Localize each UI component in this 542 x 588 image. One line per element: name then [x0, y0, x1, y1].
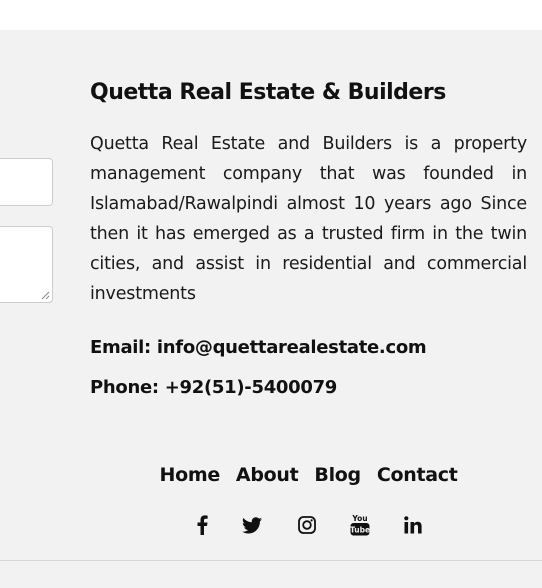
name-input[interactable] — [0, 158, 53, 206]
facebook-icon[interactable] — [190, 512, 214, 538]
email-line[interactable]: Email: info@quettarealestate.com — [90, 335, 530, 361]
instagram-icon[interactable] — [295, 512, 319, 538]
nav-home[interactable]: Home — [159, 460, 220, 490]
twitter-icon[interactable] — [240, 512, 264, 538]
social-links: You Tube — [190, 512, 424, 538]
youtube-wordmark: Tube — [350, 526, 370, 535]
footer — [0, 30, 542, 588]
company-title: Quetta Real Estate & Builders — [90, 80, 446, 105]
nav-contact[interactable]: Contact — [377, 460, 458, 490]
youtube-wordmark: You — [351, 514, 367, 523]
youtube-icon[interactable]: You Tube — [348, 512, 372, 538]
footer-nav: Home About Blog Contact — [0, 460, 542, 490]
company-description: Quetta Real Estate and Builders is a pro… — [90, 134, 527, 304]
phone-line[interactable]: Phone: +92(51)-5400079 — [90, 375, 530, 401]
resize-grip-icon[interactable] — [41, 291, 50, 300]
nav-about[interactable]: About — [236, 460, 299, 490]
message-textarea[interactable] — [0, 226, 53, 303]
footer-divider — [0, 560, 542, 561]
nav-blog[interactable]: Blog — [314, 460, 361, 490]
linkedin-icon[interactable] — [401, 512, 425, 538]
